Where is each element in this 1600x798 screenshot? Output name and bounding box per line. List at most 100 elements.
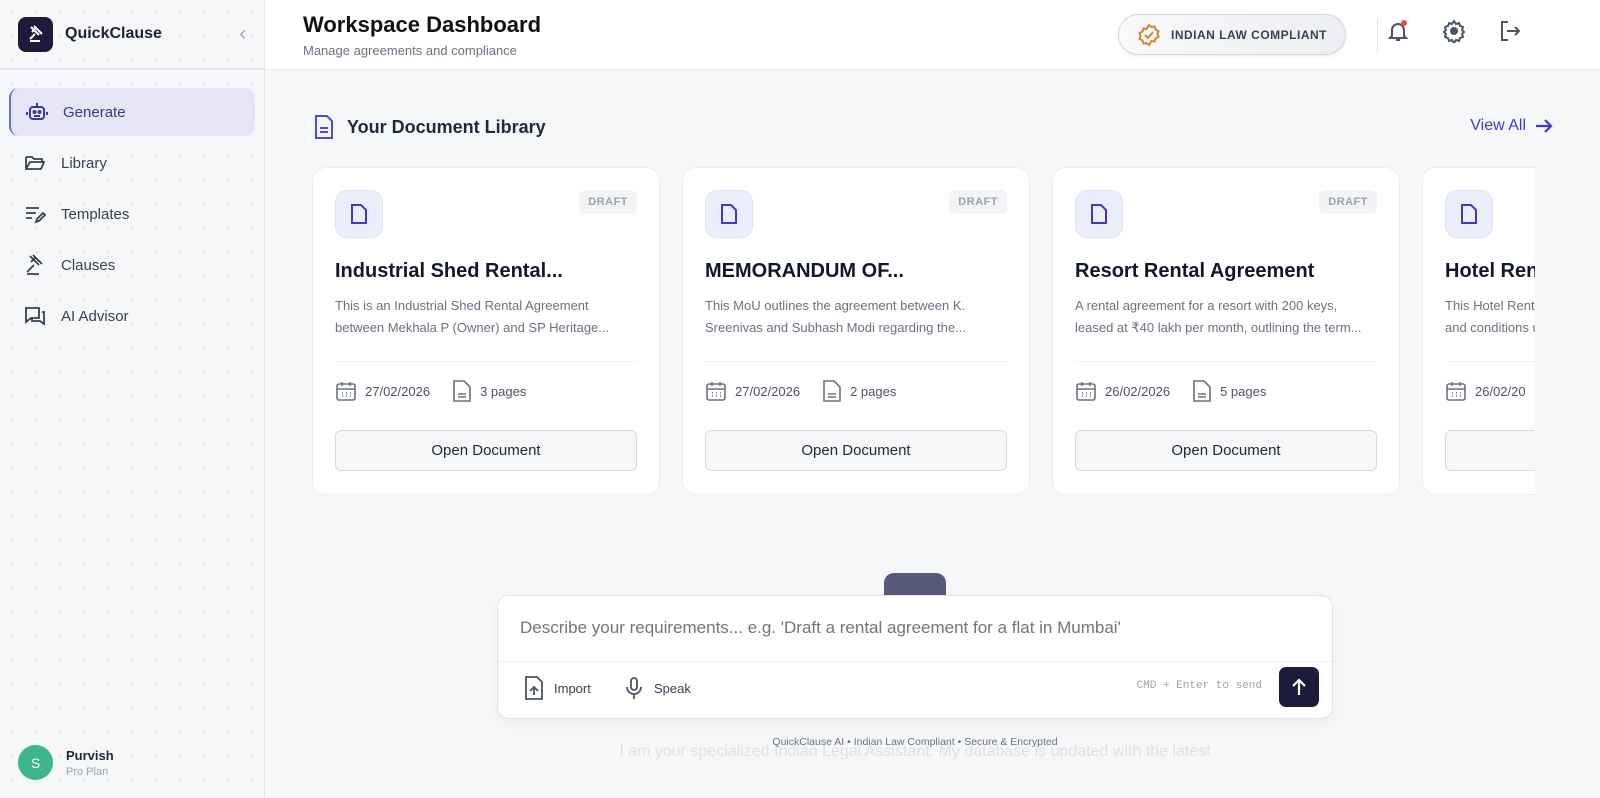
divider bbox=[1445, 361, 1535, 362]
sidebar: QuickClause ‹ Generate Library Templates… bbox=[0, 0, 265, 798]
gavel-icon bbox=[23, 253, 47, 277]
description-line: Sreenivas and Subhash Modi regarding the… bbox=[705, 317, 1007, 339]
document-meta: 26/02/2026 5 pages bbox=[1075, 380, 1377, 402]
import-label: Import bbox=[554, 681, 591, 696]
page-count: 2 pages bbox=[850, 384, 896, 399]
calendar-icon bbox=[335, 380, 357, 402]
avatar: S bbox=[18, 745, 53, 780]
import-button[interactable]: Import bbox=[524, 676, 591, 700]
compliance-badge: INDIAN LAW COMPLIANT bbox=[1118, 14, 1346, 55]
divider bbox=[1075, 361, 1377, 362]
view-all-link[interactable]: View All bbox=[1470, 116, 1554, 136]
sidebar-item-library[interactable]: Library bbox=[9, 139, 255, 187]
arrow-up-icon bbox=[1289, 677, 1309, 697]
document-card[interactable]: DRAFT Resort Rental Agreement A rental a… bbox=[1052, 167, 1400, 495]
description-line: A rental agreement for a resort with 200… bbox=[1075, 295, 1377, 317]
document-icon bbox=[1445, 190, 1493, 238]
document-date: 27/02/2026 bbox=[365, 384, 430, 399]
bell-icon[interactable] bbox=[1386, 19, 1410, 43]
file-upload-icon bbox=[524, 676, 544, 700]
footer-note: QuickClause AI • Indian Law Compliant • … bbox=[497, 736, 1333, 748]
open-document-button[interactable]: Open Document bbox=[705, 430, 1007, 471]
collapse-sidebar-icon[interactable]: ‹ bbox=[239, 23, 246, 46]
page-icon bbox=[822, 380, 842, 402]
document-meta: 27/02/2026 2 pages bbox=[705, 380, 1007, 402]
page-subtitle: Manage agreements and compliance bbox=[303, 43, 517, 58]
document-icon bbox=[313, 115, 335, 139]
open-document-button[interactable]: Open Document bbox=[1445, 430, 1535, 471]
description-line: This MoU outlines the agreement between … bbox=[705, 295, 1007, 317]
arrow-right-icon bbox=[1534, 116, 1554, 136]
library-header: Your Document Library bbox=[313, 115, 546, 139]
document-icon bbox=[705, 190, 753, 238]
document-description: This Hotel Rentaand conditions u bbox=[1445, 295, 1535, 361]
document-description: This is an Industrial Shed Rental Agreem… bbox=[335, 295, 637, 361]
open-document-button[interactable]: Open Document bbox=[335, 430, 637, 471]
send-button[interactable] bbox=[1279, 667, 1319, 707]
gear-icon[interactable] bbox=[1442, 19, 1466, 43]
requirements-input[interactable] bbox=[520, 618, 1300, 638]
nav-label: AI Advisor bbox=[61, 308, 129, 325]
user-name: Purvish bbox=[66, 748, 114, 763]
document-meta: 26/02/20 bbox=[1445, 380, 1535, 402]
document-card[interactable]: DRAFT Industrial Shed Rental... This is … bbox=[312, 167, 660, 495]
document-date: 27/02/2026 bbox=[735, 384, 800, 399]
description-line: and conditions u bbox=[1445, 317, 1535, 339]
document-card[interactable]: DRAFT Hotel Rent This Hotel Rentaand con… bbox=[1422, 167, 1535, 495]
nav-label: Library bbox=[61, 155, 107, 172]
brand-name: QuickClause bbox=[65, 25, 239, 43]
page-icon bbox=[452, 380, 472, 402]
description-line: This Hotel Renta bbox=[1445, 295, 1535, 317]
document-date: 26/02/2026 bbox=[1105, 384, 1170, 399]
divider bbox=[498, 661, 1332, 662]
sidebar-item-templates[interactable]: Templates bbox=[9, 190, 255, 238]
document-title: Hotel Rent bbox=[1445, 260, 1535, 283]
header: Workspace Dashboard Manage agreements an… bbox=[265, 0, 1600, 70]
document-meta: 27/02/2026 3 pages bbox=[335, 380, 637, 402]
description-line: between Mekhala P (Owner) and SP Heritag… bbox=[335, 317, 637, 339]
document-description: A rental agreement for a resort with 200… bbox=[1075, 295, 1377, 361]
document-title: MEMORANDUM OF... bbox=[705, 260, 1007, 283]
page-count: 5 pages bbox=[1220, 384, 1266, 399]
robot-icon bbox=[25, 100, 49, 124]
logout-icon[interactable] bbox=[1498, 19, 1522, 43]
divider bbox=[705, 361, 1007, 362]
sidebar-item-generate[interactable]: Generate bbox=[9, 88, 255, 136]
document-icon bbox=[1075, 190, 1123, 238]
composer: Import Speak CMD + Enter to send bbox=[497, 595, 1333, 719]
badge-label: INDIAN LAW COMPLIANT bbox=[1171, 28, 1327, 42]
description-line: leased at ₹40 lakh per month, outlining … bbox=[1075, 317, 1377, 339]
document-cards: DRAFT Industrial Shed Rental... This is … bbox=[312, 167, 1535, 497]
view-all-label: View All bbox=[1470, 117, 1526, 135]
document-date: 26/02/20 bbox=[1475, 384, 1526, 399]
calendar-icon bbox=[705, 380, 727, 402]
verified-badge-icon bbox=[1137, 23, 1161, 47]
page-title: Workspace Dashboard bbox=[303, 12, 541, 38]
send-hint: CMD + Enter to send bbox=[1137, 680, 1262, 692]
user-profile[interactable]: S Purvish Pro Plan bbox=[18, 745, 114, 780]
divider bbox=[1377, 18, 1378, 52]
speak-label: Speak bbox=[654, 681, 691, 696]
sidebar-item-clauses[interactable]: Clauses bbox=[9, 241, 255, 289]
document-description: This MoU outlines the agreement between … bbox=[705, 295, 1007, 361]
page-count: 3 pages bbox=[480, 384, 526, 399]
description-line: This is an Industrial Shed Rental Agreem… bbox=[335, 295, 637, 317]
calendar-icon bbox=[1445, 380, 1467, 402]
nav-label: Templates bbox=[61, 206, 129, 223]
chat-icon bbox=[23, 304, 47, 328]
speak-button[interactable]: Speak bbox=[624, 676, 691, 700]
status-badge: DRAFT bbox=[949, 190, 1007, 214]
open-document-button[interactable]: Open Document bbox=[1075, 430, 1377, 471]
document-card[interactable]: DRAFT MEMORANDUM OF... This MoU outlines… bbox=[682, 167, 1030, 495]
user-plan: Pro Plan bbox=[66, 766, 114, 778]
microphone-icon bbox=[624, 676, 644, 700]
gavel-logo-icon bbox=[18, 17, 53, 52]
nav-label: Clauses bbox=[61, 257, 115, 274]
divider bbox=[335, 361, 637, 362]
sidebar-item-ai-advisor[interactable]: AI Advisor bbox=[9, 292, 255, 340]
document-title: Resort Rental Agreement bbox=[1075, 260, 1377, 283]
edit-list-icon bbox=[23, 202, 47, 226]
nav-label: Generate bbox=[63, 104, 126, 121]
document-title: Industrial Shed Rental... bbox=[335, 260, 637, 283]
folder-open-icon bbox=[23, 151, 47, 175]
